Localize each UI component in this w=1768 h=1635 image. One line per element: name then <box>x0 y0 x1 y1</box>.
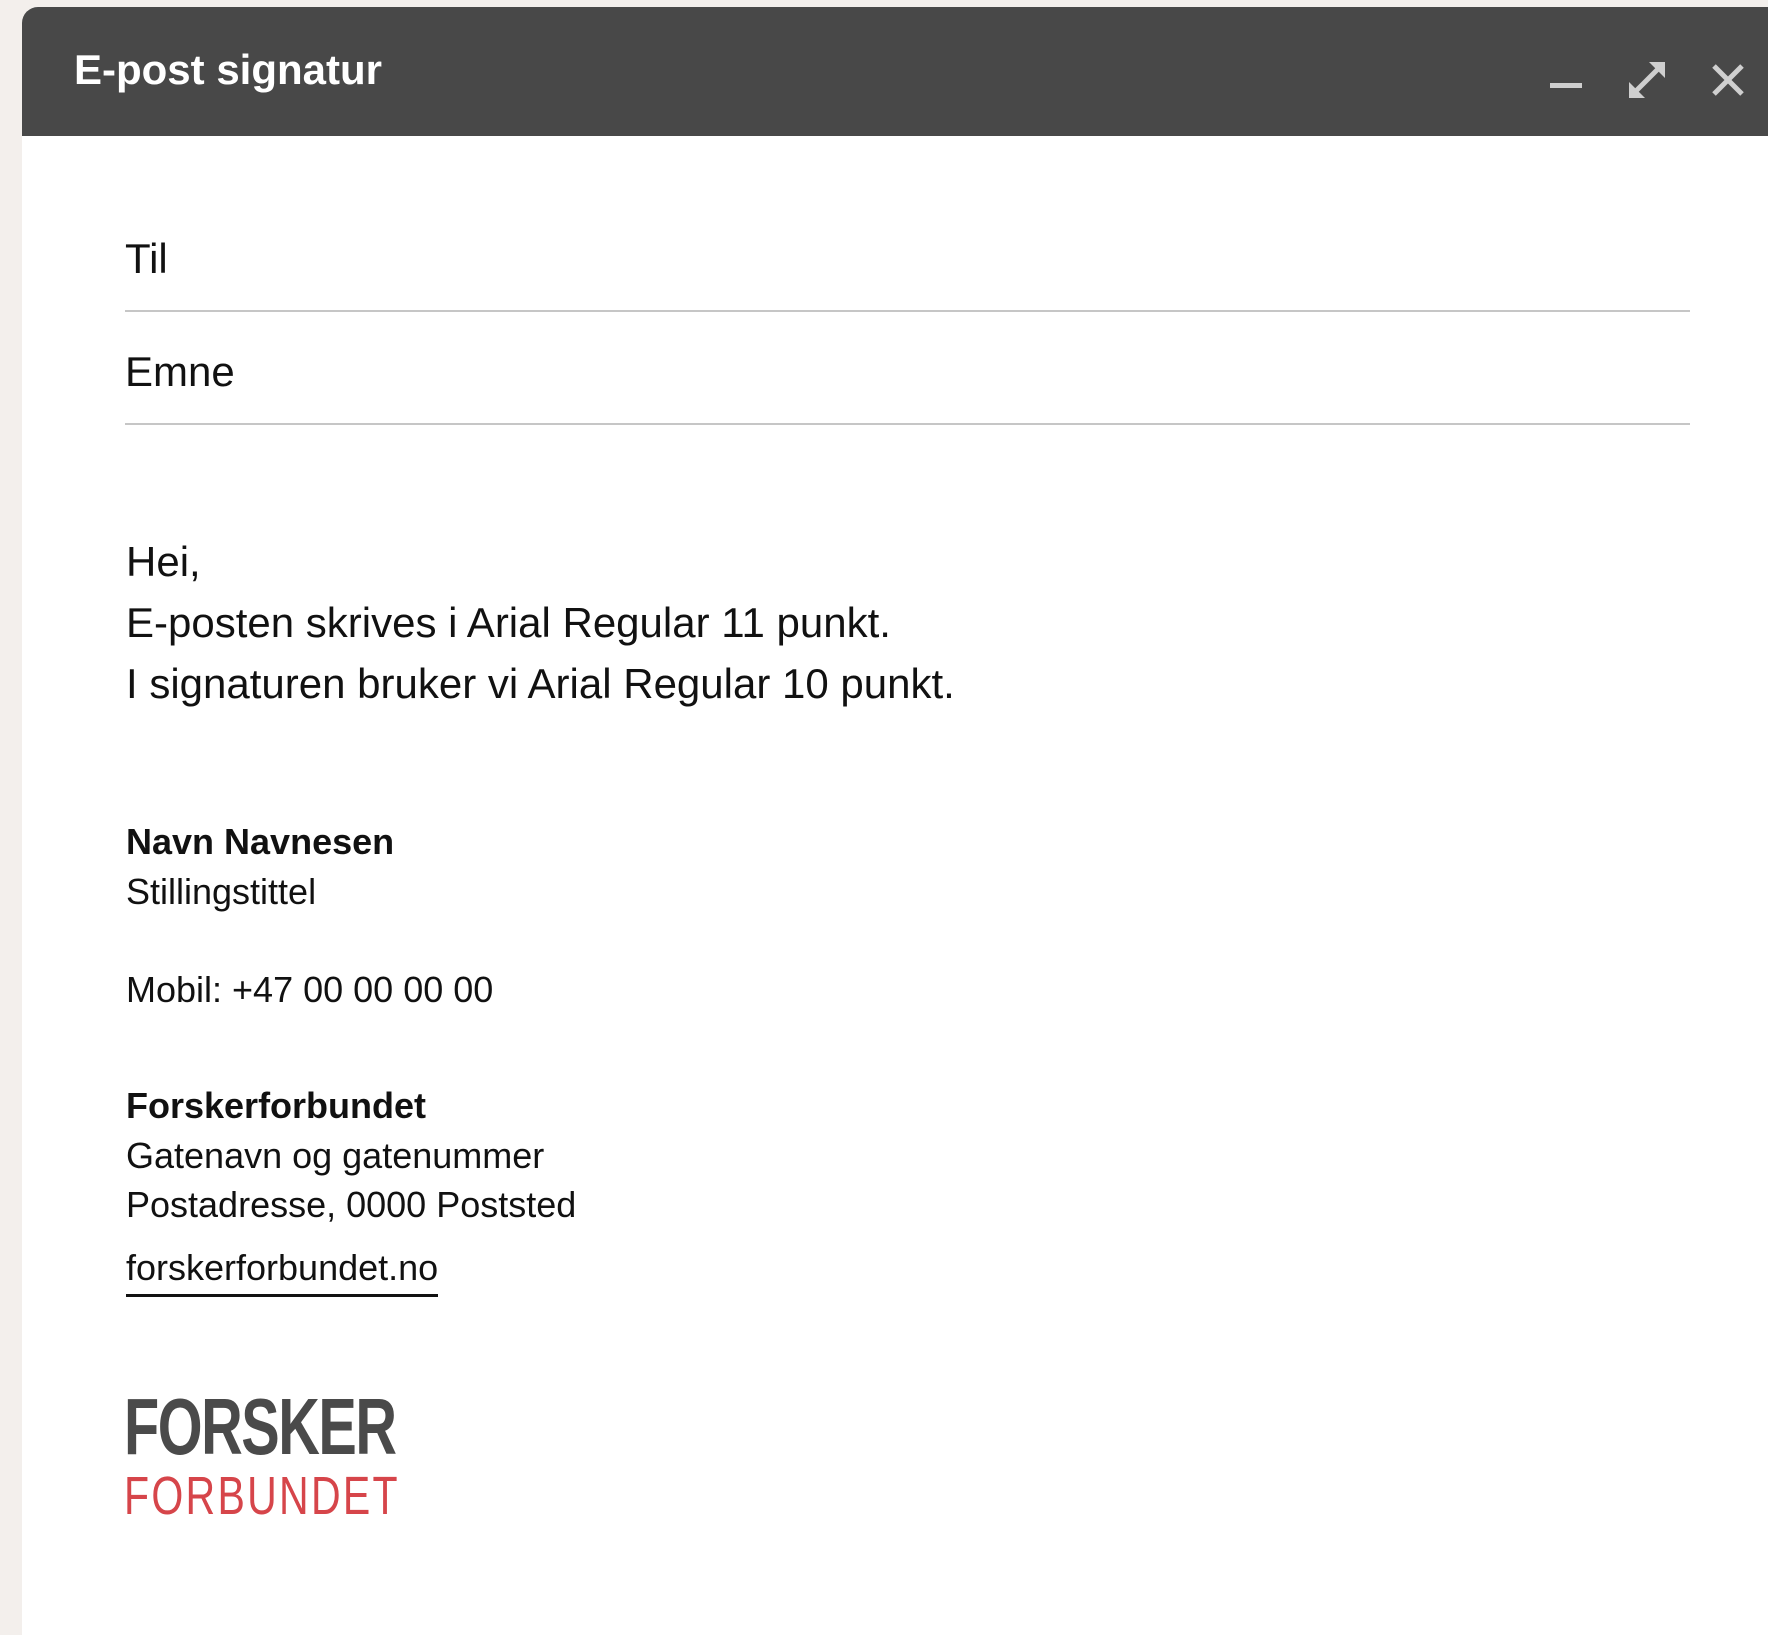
signature-postal: Postadresse, 0000 Poststed <box>126 1184 577 1225</box>
signature-street: Gatenavn og gatenummer <box>126 1135 545 1176</box>
minimize-icon[interactable] <box>1546 57 1586 97</box>
signature-organization: Forskerforbundet <box>126 1085 427 1126</box>
to-field[interactable]: Til <box>125 235 1690 312</box>
logo-line-2: FORBUNDET <box>124 1466 400 1526</box>
close-icon[interactable] <box>1708 60 1748 100</box>
forskerforbundet-logo: FORSKER FORBUNDET <box>124 1382 501 1526</box>
signature-job-title: Stillingstittel <box>126 871 317 912</box>
to-label: Til <box>125 235 168 282</box>
body-line: I signaturen bruker vi Arial Regular 10 … <box>126 660 955 707</box>
window-title: E-post signatur <box>74 46 383 93</box>
signature-mobile: Mobil: +47 00 00 00 00 <box>126 969 494 1010</box>
signature-website-link[interactable]: forskerforbundet.no <box>126 1250 439 1297</box>
expand-icon[interactable] <box>1627 60 1667 100</box>
message-body[interactable]: Hei, E-posten skrives i Arial Regular 11… <box>126 531 955 714</box>
signature-name: Navn Navnesen <box>126 821 395 862</box>
compose-window: E-post signatur Til Emne Hei, E-posten s… <box>22 7 1768 1635</box>
subject-field[interactable]: Emne <box>125 348 1690 425</box>
title-bar[interactable]: E-post signatur <box>22 7 1768 136</box>
body-line: Hei, <box>126 538 201 585</box>
body-line: E-posten skrives i Arial Regular 11 punk… <box>126 599 891 646</box>
subject-label: Emne <box>125 348 235 395</box>
logo-line-1: FORSKER <box>124 1382 397 1471</box>
